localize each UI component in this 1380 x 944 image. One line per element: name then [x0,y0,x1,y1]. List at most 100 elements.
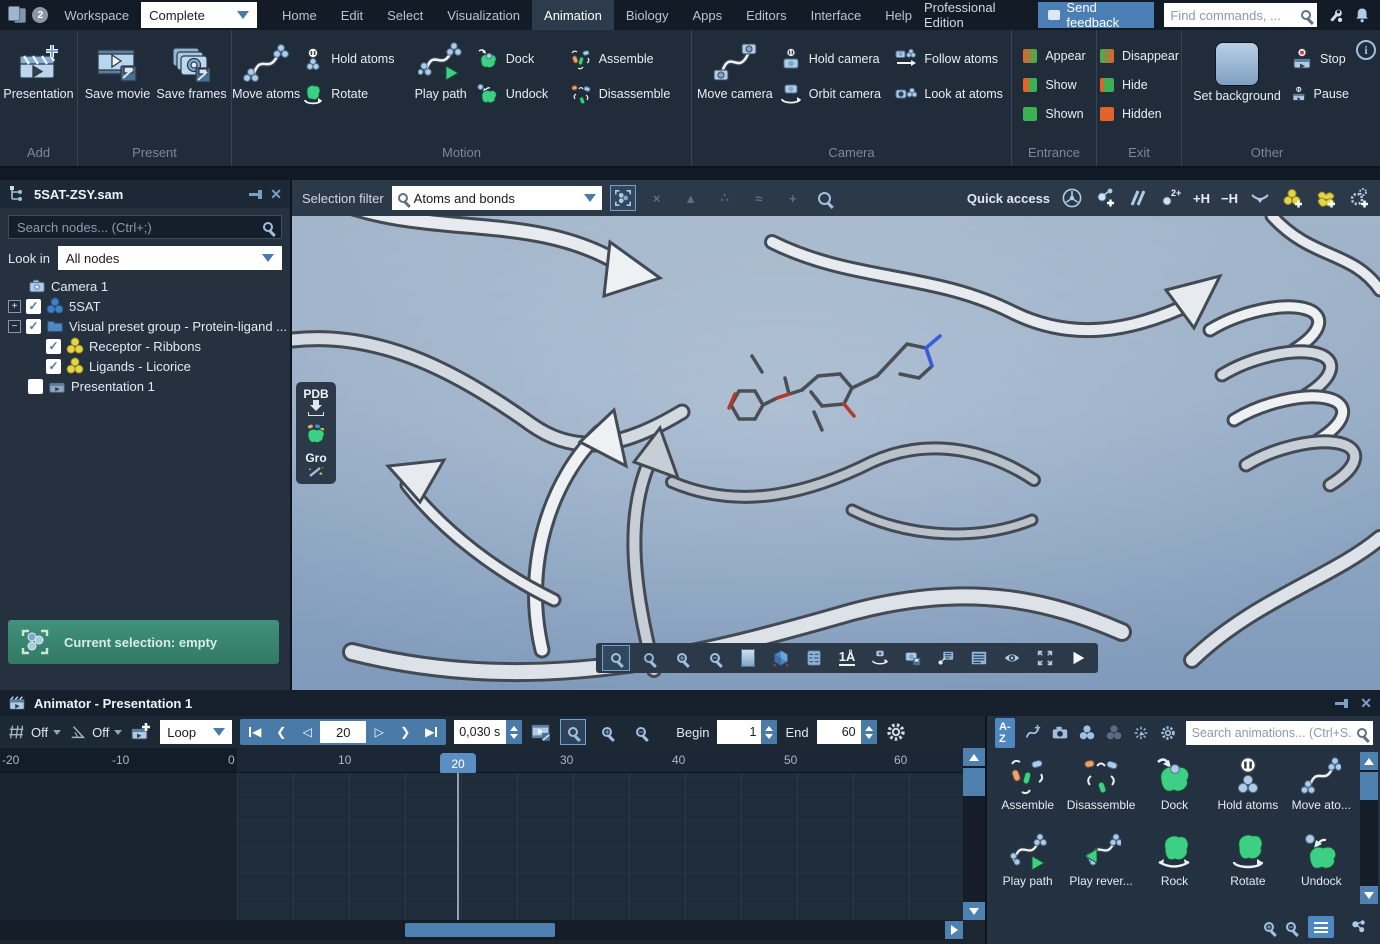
scroll-up-button[interactable] [963,748,985,766]
menu-biology[interactable]: Biology [614,0,681,30]
orientation-cube-button[interactable] [767,645,795,671]
hold-atoms-button[interactable]: Hold atoms [302,46,404,72]
checkbox-checked[interactable]: ✓ [26,299,41,314]
search-animations-input[interactable] [1192,726,1353,740]
charge-icon[interactable]: 2+ [1160,187,1182,209]
search-icon[interactable] [263,222,273,232]
dock-button[interactable]: Dock [477,46,568,72]
tree-row-receptor[interactable]: ✓ Receptor - Ribbons [0,336,290,356]
add-keyframe-button[interactable] [130,721,152,743]
step-back-button[interactable]: ❮ [268,720,294,744]
documents-icon[interactable] [8,6,26,24]
move-camera-button[interactable]: Move camera [692,40,778,102]
step-forward-button[interactable]: ❯ [392,720,418,744]
disassemble-button[interactable]: Disassemble [570,81,691,107]
protein-3d-render[interactable] [292,180,1380,690]
look-in-select[interactable]: All nodes [58,246,282,270]
periodic-table-icon[interactable] [1061,187,1083,209]
find-commands-input[interactable] [1170,8,1301,23]
send-feedback-button[interactable]: Send feedback [1038,2,1155,28]
close-icon[interactable]: ✕ [1360,696,1372,710]
add-simulator-icon[interactable] [1348,187,1370,209]
checkbox-checked[interactable]: ✓ [26,319,41,334]
assemble-button[interactable]: Assemble [570,46,691,72]
add-selection-group-button[interactable]: + [780,185,806,211]
orbit-camera-button[interactable]: Orbit camera [780,81,894,107]
follow-atoms-button[interactable]: Follow atoms [895,46,1011,72]
zoom-selection-icon[interactable] [818,192,831,205]
presentation-button[interactable]: Presentation [3,40,75,102]
search-nodes-input[interactable] [17,220,257,235]
play-backward-button[interactable]: ◁ [294,720,320,744]
expand-selection-button[interactable]: ∴ [712,185,738,211]
scrollbar-thumb[interactable] [963,768,985,796]
animation-play-reverse[interactable]: Play rever... [1064,828,1137,904]
tree-row-ligands[interactable]: ✓ Ligands - Licorice [0,356,290,376]
hidden-button[interactable]: Hidden [1099,104,1179,124]
animation-move-atoms[interactable]: Move ato... [1285,752,1358,828]
stop-button[interactable]: Stop [1291,46,1349,72]
checkbox-checked[interactable]: ✓ [46,339,61,354]
scrollbar-thumb[interactable] [405,923,555,937]
pin-icon[interactable] [1334,696,1348,710]
stepper-arrows[interactable] [506,720,522,744]
select-similar-button[interactable]: ≈ [746,185,772,211]
zoom-tool-button[interactable] [602,645,630,671]
play-presentation-button[interactable] [1064,645,1092,671]
animation-undock[interactable]: Undock [1285,828,1358,904]
animation-play-path[interactable]: Play path [991,828,1064,904]
close-icon[interactable]: ✕ [270,187,282,201]
expand-icon[interactable]: + [8,300,21,313]
timeline-zoom-out-button[interactable]: − [628,719,654,745]
filter-effects-icon[interactable] [1132,724,1150,742]
library-zoom-out-icon[interactable]: − [1286,922,1296,932]
shown-button[interactable]: Shown [1022,104,1085,124]
pdb-download-button[interactable]: PDB [303,388,328,416]
bond-order-icon[interactable] [1127,187,1149,209]
scroll-down-button[interactable] [963,902,985,920]
stepper-arrows[interactable] [761,720,777,744]
select-parent-button[interactable]: ▲ [678,185,704,211]
scroll-up-button[interactable] [1360,752,1378,770]
search-icon[interactable] [1301,10,1311,20]
angle-snap-control[interactable]: Off [69,723,122,741]
fullscreen-button[interactable] [1031,645,1059,671]
viewport-3d[interactable]: Selection filter Atoms and bonds × ▲ ∴ ≈… [292,180,1380,690]
timeline-zoom-in-button[interactable]: + [594,719,620,745]
sort-az-button[interactable]: A-Z [995,718,1015,748]
tree-row-presentation1[interactable]: Presentation 1 [0,376,290,396]
density-map-button[interactable] [800,645,828,671]
deselect-button[interactable]: × [644,185,670,211]
animation-rotate[interactable]: Rotate [1211,828,1284,904]
menu-edit[interactable]: Edit [329,0,375,30]
remove-hydrogens-button[interactable]: −H [1221,191,1238,206]
add-presets-icon[interactable] [1315,187,1337,209]
tree-row-5sat[interactable]: + ✓ 5SAT [0,296,290,316]
hide-button[interactable]: Hide [1099,75,1179,95]
step-time-input[interactable] [454,720,506,744]
play-forward-button[interactable]: ▷ [366,720,392,744]
rotate-button[interactable]: Rotate [302,81,404,107]
pin-icon[interactable] [248,187,262,201]
menu-editors[interactable]: Editors [734,0,798,30]
wrench-icon[interactable] [1327,6,1343,24]
filter-camera-icon[interactable] [1051,724,1069,742]
info-button[interactable]: i [1356,40,1376,60]
animation-disassemble[interactable]: Disassemble [1064,752,1137,828]
animation-rock[interactable]: Rock [1138,828,1211,904]
skip-to-end-button[interactable]: ▶ [418,720,444,744]
current-frame-marker[interactable]: 20 [440,753,476,775]
tree-row-preset-group[interactable]: − ✓ Visual preset group - Protein-ligand… [0,316,290,336]
begin-input[interactable] [717,720,761,744]
animation-hold-atoms[interactable]: Hold atoms [1211,752,1284,828]
filter-groups-icon[interactable] [1105,724,1123,742]
scroll-right-button[interactable] [945,921,963,939]
eye-button[interactable] [998,645,1026,671]
panels-button[interactable] [965,645,993,671]
pause-button[interactable]: Pause [1291,81,1349,107]
save-frames-button[interactable]: Save frames [156,40,228,102]
library-settings-icon[interactable] [1159,724,1177,742]
grid-snap-control[interactable]: Off [8,723,61,741]
hold-camera-button[interactable]: Hold camera [780,46,894,72]
timeline-grid[interactable] [0,773,963,920]
